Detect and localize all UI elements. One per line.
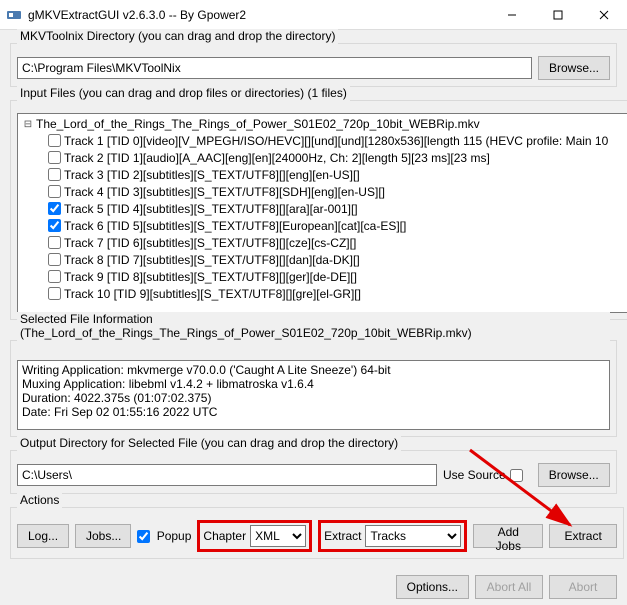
options-button[interactable]: Options... — [396, 575, 469, 599]
input-files-tree[interactable]: ⊟The_Lord_of_the_Rings_The_Rings_of_Powe… — [17, 113, 627, 313]
chapter-select[interactable]: XML — [250, 525, 306, 547]
track-label: Track 9 [TID 8][subtitles][S_TEXT/UTF8][… — [64, 270, 357, 284]
file-name-label: The_Lord_of_the_Rings_The_Rings_of_Power… — [36, 117, 480, 131]
output-dir-input[interactable] — [17, 464, 437, 486]
track-checkbox[interactable] — [48, 168, 61, 181]
track-label: Track 3 [TID 2][subtitles][S_TEXT/UTF8][… — [64, 168, 360, 182]
popup-checkbox[interactable] — [137, 530, 150, 543]
track-row[interactable]: Track 1 [TID 0][video][V_MPEGH/ISO/HEVC]… — [20, 132, 627, 149]
info-line: Muxing Application: libebml v1.4.2 + lib… — [22, 377, 605, 391]
track-label: Track 6 [TID 5][subtitles][S_TEXT/UTF8][… — [64, 219, 406, 233]
track-row[interactable]: Track 5 [TID 4][subtitles][S_TEXT/UTF8][… — [20, 200, 627, 217]
chapter-highlight: Chapter XML — [197, 520, 312, 552]
selected-file-info-legend: Selected File Information (The_Lord_of_t… — [17, 312, 610, 340]
close-button[interactable] — [581, 0, 627, 30]
track-checkbox[interactable] — [48, 287, 61, 300]
app-icon — [6, 7, 22, 23]
track-row[interactable]: Track 3 [TID 2][subtitles][S_TEXT/UTF8][… — [20, 166, 627, 183]
maximize-button[interactable] — [535, 0, 581, 30]
track-label: Track 7 [TID 6][subtitles][S_TEXT/UTF8][… — [64, 236, 356, 250]
track-row[interactable]: Track 10 [TID 9][subtitles][S_TEXT/UTF8]… — [20, 285, 627, 302]
window-title: gMKVExtractGUI v2.6.3.0 -- By Gpower2 — [28, 8, 489, 22]
track-row[interactable]: Track 8 [TID 7][subtitles][S_TEXT/UTF8][… — [20, 251, 627, 268]
track-checkbox[interactable] — [48, 270, 61, 283]
output-browse-button[interactable]: Browse... — [538, 463, 610, 487]
use-source-label: Use Source — [443, 468, 506, 482]
track-row[interactable]: Track 9 [TID 8][subtitles][S_TEXT/UTF8][… — [20, 268, 627, 285]
track-label: Track 8 [TID 7][subtitles][S_TEXT/UTF8][… — [64, 253, 360, 267]
track-label: Track 1 [TID 0][video][V_MPEGH/ISO/HEVC]… — [64, 134, 608, 148]
popup-option[interactable]: Popup — [137, 529, 192, 543]
track-row[interactable]: Track 6 [TID 5][subtitles][S_TEXT/UTF8][… — [20, 217, 627, 234]
track-label: Track 5 [TID 4][subtitles][S_TEXT/UTF8][… — [64, 202, 358, 216]
mkvtoolnix-dir-legend: MKVToolnix Directory (you can drag and d… — [17, 29, 338, 43]
info-line: Duration: 4022.375s (01:07:02.375) — [22, 391, 605, 405]
collapse-icon[interactable]: ⊟ — [22, 118, 34, 130]
extract-mode-select[interactable]: Tracks — [365, 525, 461, 547]
popup-label: Popup — [157, 529, 192, 543]
jobs-button[interactable]: Jobs... — [75, 524, 131, 548]
track-checkbox[interactable] — [48, 202, 61, 215]
log-button[interactable]: Log... — [17, 524, 69, 548]
title-bar: gMKVExtractGUI v2.6.3.0 -- By Gpower2 — [0, 0, 627, 30]
track-row[interactable]: Track 2 [TID 1][audio][A_AAC][eng][en][2… — [20, 149, 627, 166]
actions-group: Actions Log... Jobs... Popup Chapter XML… — [10, 500, 624, 559]
add-jobs-button[interactable]: Add Jobs — [473, 524, 543, 548]
input-files-group: Input Files (you can drag and drop files… — [10, 93, 627, 320]
mkvtoolnix-dir-group: MKVToolnix Directory (you can drag and d… — [10, 36, 617, 87]
track-label: Track 10 [TID 9][subtitles][S_TEXT/UTF8]… — [64, 287, 361, 301]
track-label: Track 2 [TID 1][audio][A_AAC][eng][en][2… — [64, 151, 490, 165]
bottom-bar: Options... Abort All Abort — [0, 569, 627, 605]
track-checkbox[interactable] — [48, 185, 61, 198]
mkvtoolnix-browse-button[interactable]: Browse... — [538, 56, 610, 80]
selected-file-info-group: Selected File Information (The_Lord_of_t… — [10, 326, 617, 437]
track-checkbox[interactable] — [48, 151, 61, 164]
track-checkbox[interactable] — [48, 253, 61, 266]
actions-legend: Actions — [17, 493, 62, 507]
use-source-checkbox[interactable] — [510, 469, 523, 482]
abort-all-button[interactable]: Abort All — [475, 575, 543, 599]
abort-button[interactable]: Abort — [549, 575, 617, 599]
extract-mode-label: Extract — [324, 529, 361, 543]
extract-highlight: Extract Tracks — [318, 520, 467, 552]
chapter-label: Chapter — [203, 529, 246, 543]
track-row[interactable]: Track 4 [TID 3][subtitles][S_TEXT/UTF8][… — [20, 183, 627, 200]
output-dir-legend: Output Directory for Selected File (you … — [17, 436, 401, 450]
track-checkbox[interactable] — [48, 134, 61, 147]
track-row[interactable]: Track 7 [TID 6][subtitles][S_TEXT/UTF8][… — [20, 234, 627, 251]
output-dir-group: Output Directory for Selected File (you … — [10, 443, 617, 494]
input-files-legend: Input Files (you can drag and drop files… — [17, 86, 350, 100]
minimize-button[interactable] — [489, 0, 535, 30]
info-line: Writing Application: mkvmerge v70.0.0 ('… — [22, 363, 605, 377]
track-checkbox[interactable] — [48, 236, 61, 249]
track-label: Track 4 [TID 3][subtitles][S_TEXT/UTF8][… — [64, 185, 385, 199]
track-checkbox[interactable] — [48, 219, 61, 232]
extract-button[interactable]: Extract — [549, 524, 617, 548]
info-line: Date: Fri Sep 02 01:55:16 2022 UTC — [22, 405, 605, 419]
mkvtoolnix-dir-input[interactable] — [17, 57, 532, 79]
selected-file-info-box[interactable]: Writing Application: mkvmerge v70.0.0 ('… — [17, 360, 610, 430]
file-node[interactable]: ⊟The_Lord_of_the_Rings_The_Rings_of_Powe… — [20, 116, 627, 132]
